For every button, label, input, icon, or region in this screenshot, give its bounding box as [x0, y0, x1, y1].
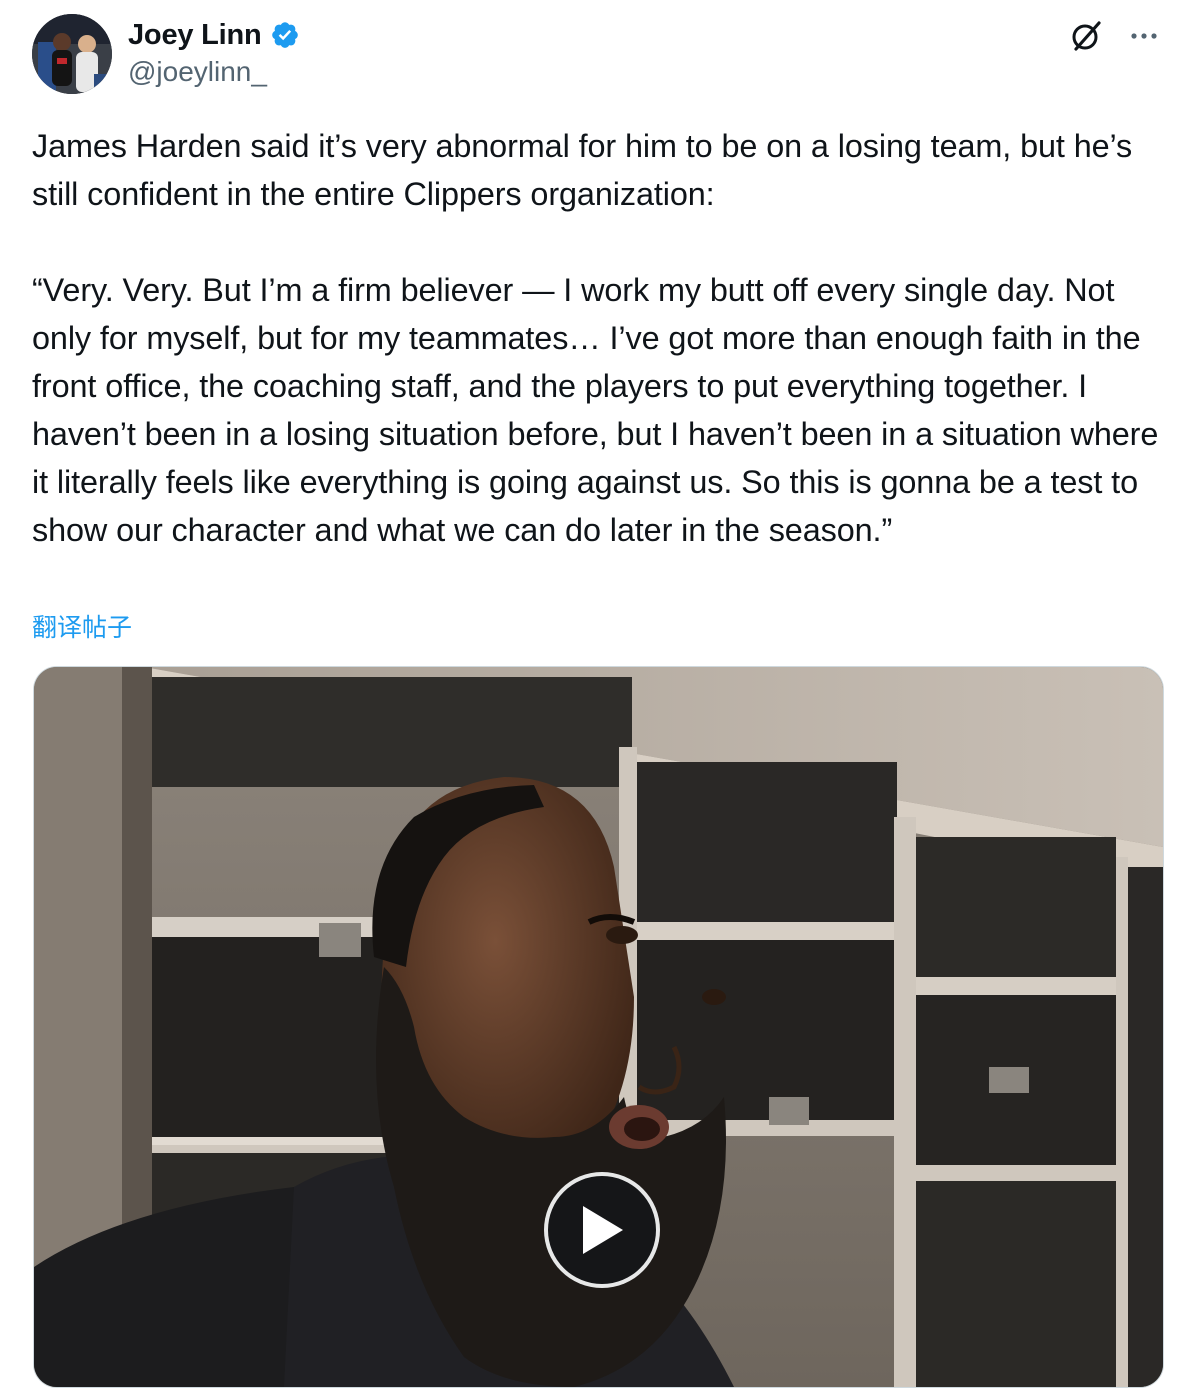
- author-display-name[interactable]: Joey Linn: [128, 19, 262, 52]
- avatar-image: [32, 14, 112, 94]
- tweet-top-actions: [1066, 16, 1164, 56]
- more-icon[interactable]: [1124, 16, 1164, 56]
- avatar[interactable]: [32, 14, 112, 94]
- author-handle[interactable]: @joeylinn_: [128, 56, 267, 88]
- tweet-text: James Harden said it’s very abnormal for…: [32, 128, 1159, 548]
- play-button[interactable]: [544, 1172, 660, 1288]
- play-icon: [583, 1206, 623, 1254]
- tweet-card: Joey Linn @joeylinn_ James Harden said i…: [0, 0, 1188, 1388]
- grok-icon[interactable]: [1066, 16, 1106, 56]
- author-name-row[interactable]: Joey Linn: [128, 16, 300, 54]
- video-media[interactable]: [33, 666, 1164, 1388]
- translate-post-link[interactable]: 翻译帖子: [32, 608, 132, 644]
- verified-badge-icon: [270, 20, 300, 50]
